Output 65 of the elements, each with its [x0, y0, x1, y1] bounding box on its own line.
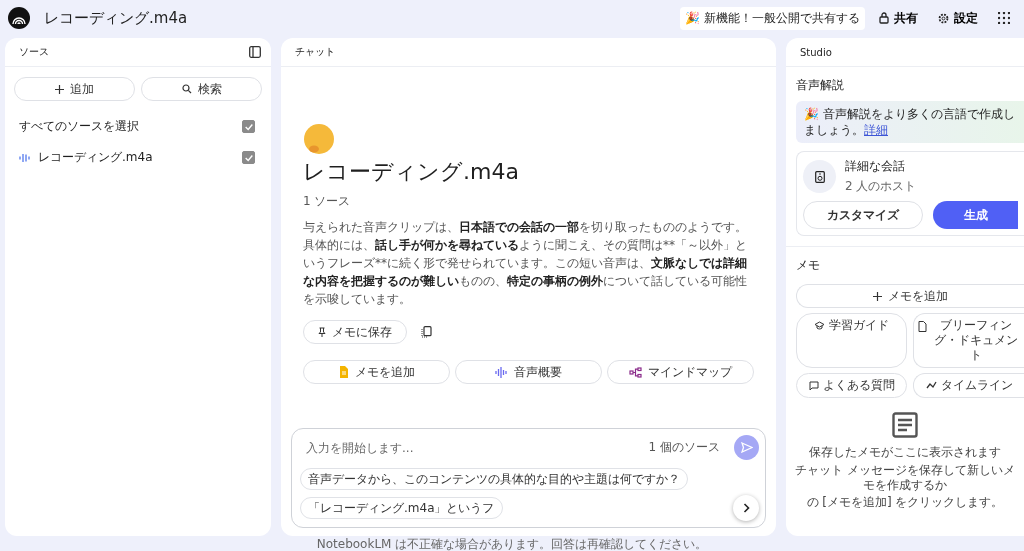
copy-icon[interactable] [421, 326, 432, 338]
apps-icon[interactable] [998, 12, 1010, 24]
checkbox[interactable] [242, 120, 255, 133]
note-icon [892, 412, 918, 438]
generate-button[interactable]: 生成 [933, 201, 1018, 229]
empty-title: 保存したメモがここに表示されます [809, 444, 1001, 461]
action-button[interactable]: マインドマップ [607, 360, 754, 384]
trend-icon [925, 381, 937, 389]
logo-icon[interactable] [8, 7, 30, 29]
waveform-icon [495, 366, 508, 378]
sidebar-toggle-icon[interactable] [249, 46, 261, 58]
customize-button[interactable]: カスタマイズ [803, 201, 923, 229]
send-icon [740, 442, 753, 453]
details-link[interactable]: 詳細 [864, 123, 888, 137]
checkbox[interactable] [242, 151, 255, 164]
chat-input[interactable]: 入力を開始します... [300, 436, 641, 459]
plus-icon [873, 291, 882, 301]
pin-icon [318, 327, 326, 337]
notebook-heading: レコーディング.m4a [303, 158, 520, 186]
source-count: 1 ソース [303, 193, 352, 210]
waveform-icon [19, 152, 30, 163]
lock-icon [879, 12, 889, 24]
search-icon [181, 84, 192, 94]
mindmap-icon [629, 366, 642, 378]
settings-icon [938, 12, 949, 24]
emoji-icon [303, 123, 335, 155]
section-title: メモ [795, 257, 821, 274]
note-type-button[interactable]: 学習ガイド [796, 313, 907, 368]
select-all-label: すべてのソースを選択 [19, 118, 139, 135]
panel-title: Studio [800, 46, 832, 58]
add-source-button[interactable]: 追加 [14, 77, 135, 101]
panel-title: チャット [295, 45, 335, 59]
share-button[interactable]: 共有 [873, 5, 924, 31]
speaker-icon [803, 160, 836, 193]
chevron-right-icon [742, 503, 750, 513]
add-note-button[interactable]: メモを追加 [796, 284, 1024, 308]
document-icon [918, 321, 927, 332]
notebook-title[interactable]: レコーディング.m4a [44, 8, 188, 28]
announcement-badge[interactable]: 🎉 新機能！一般公開で共有する [680, 6, 865, 30]
empty-text: チャット メッセージを保存して新しいメモを作成するか [794, 463, 1016, 493]
settings-button[interactable]: 設定 [932, 5, 984, 31]
suggestion-chip[interactable]: 「レコーディング.m4a」というフ [300, 497, 503, 519]
source-count: 1 個のソース [648, 439, 720, 456]
action-button[interactable]: メモを追加 [303, 360, 450, 384]
audio-format-subtitle: 2 人のホスト [845, 178, 917, 195]
chat-bubble-icon [808, 381, 819, 391]
note-type-button[interactable]: よくある質問 [796, 373, 907, 398]
section-title: 音声解説 [795, 77, 845, 94]
audio-format-title: 詳細な会話 [845, 158, 906, 175]
summary-text: 与えられた音声クリップは、日本語での会話の一部を切り取ったもののようです。具体的には、話し手が何かを尋ねているように聞こえ、その質問は**「～以外」と いうフレーズ**に続く形で発せられています。この短い音声は、文脈なしでは詳細な内容を把握するのが難しいものの、特定の事柄の例外について話している可能性を示唆しています。 [303, 219, 748, 308]
document-icon [338, 366, 349, 378]
panel-title: ソース [19, 45, 49, 59]
disclaimer-text: NotebookLM は不正確な場合があります。回答は再確認してください。 [315, 537, 709, 551]
discover-button[interactable]: 検索 [141, 77, 262, 101]
source-name[interactable]: レコーディング.m4a [38, 149, 153, 166]
graduation-cap-icon [814, 321, 825, 330]
info-banner: 🎉 音声解説をより多くの言語で作成しましょう。詳細 [796, 101, 1024, 143]
empty-text: の [メモを追加] をクリックします。 [805, 495, 1005, 510]
next-button[interactable] [733, 495, 759, 521]
action-button[interactable]: 音声概要 [455, 360, 602, 384]
note-type-button[interactable]: タイムライン [913, 373, 1024, 398]
note-type-button[interactable]: ブリーフィング・ドキュメント [913, 313, 1024, 368]
plus-icon [55, 84, 64, 94]
save-to-note-button[interactable]: メモに保存 [303, 320, 407, 344]
suggestion-chip[interactable]: 音声データから、このコンテンツの具体的な目的や主題は何ですか？ [300, 468, 688, 490]
